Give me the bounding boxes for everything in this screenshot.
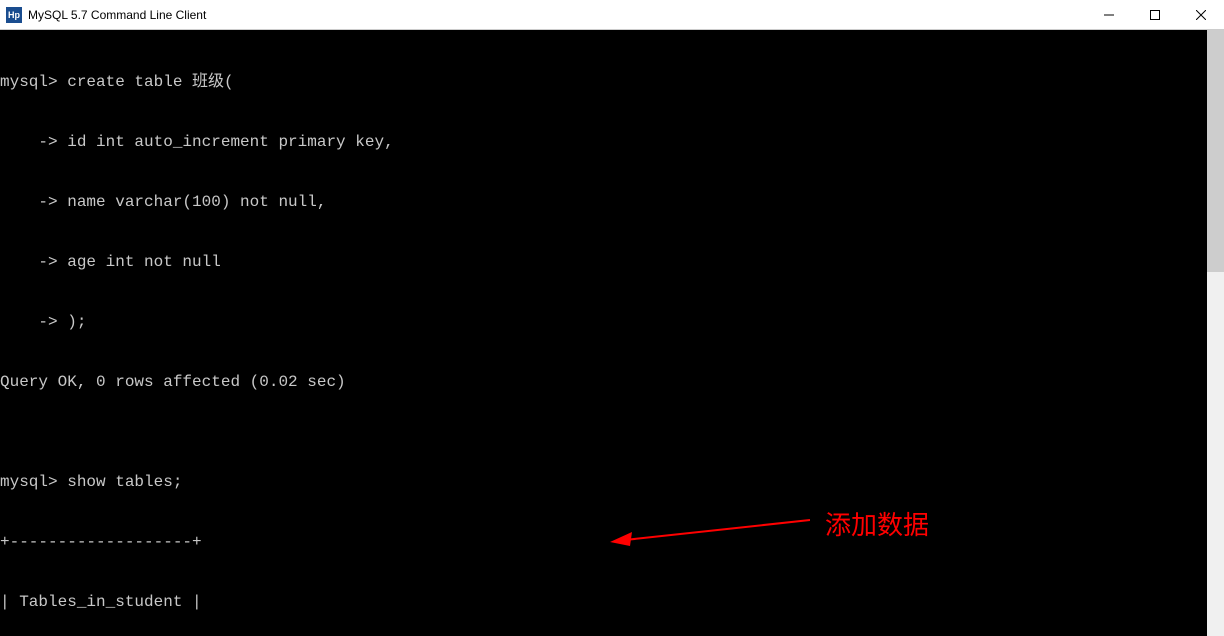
window-title: MySQL 5.7 Command Line Client xyxy=(28,8,206,22)
terminal-line: -> age int not null xyxy=(0,252,1224,272)
annotation-label: 添加数据 xyxy=(825,505,929,542)
terminal-line: mysql> create table 班级( xyxy=(0,72,1224,92)
terminal-line: -> id int auto_increment primary key, xyxy=(0,132,1224,152)
window-controls xyxy=(1086,0,1224,30)
maximize-button[interactable] xyxy=(1132,0,1178,30)
window-titlebar: Hp MySQL 5.7 Command Line Client xyxy=(0,0,1224,30)
vertical-scrollbar[interactable] xyxy=(1207,30,1224,636)
terminal-line: Query OK, 0 rows affected (0.02 sec) xyxy=(0,372,1224,392)
annotation-arrow-icon xyxy=(610,510,810,550)
minimize-button[interactable] xyxy=(1086,0,1132,30)
app-icon: Hp xyxy=(6,7,22,23)
close-button[interactable] xyxy=(1178,0,1224,30)
terminal-line: | Tables_in_student | xyxy=(0,592,1224,612)
terminal-line: mysql> show tables; xyxy=(0,472,1224,492)
terminal-line: -> name varchar(100) not null, xyxy=(0,192,1224,212)
scrollbar-thumb[interactable] xyxy=(1207,30,1224,272)
terminal-line: -> ); xyxy=(0,312,1224,332)
